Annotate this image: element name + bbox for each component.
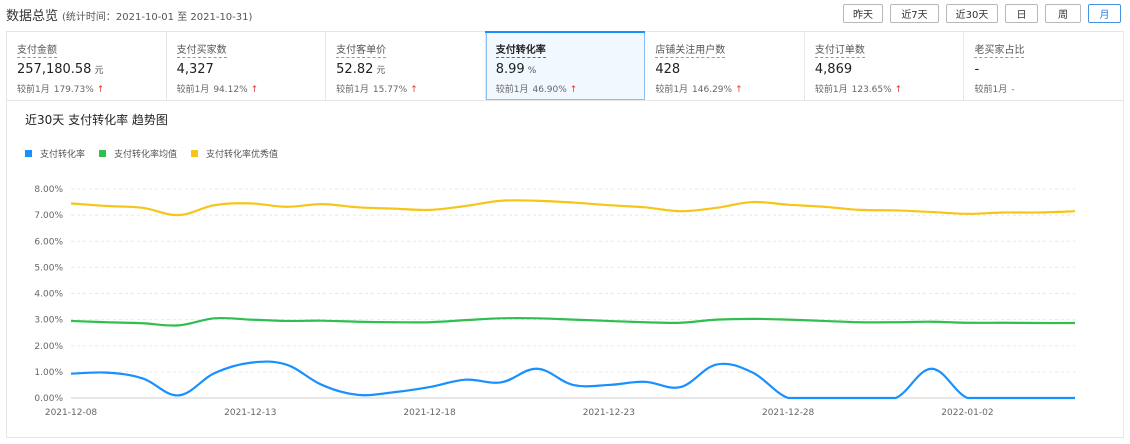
x-tick-label: 2021-12-28 xyxy=(762,408,815,418)
metric-value: 4,869 xyxy=(815,62,964,79)
metric-label: 支付金额 xyxy=(17,45,57,58)
y-tick-label: 3.00% xyxy=(34,316,63,326)
page-title: 数据总览 (统计时间：2021-10-01 至 2021-10-31) xyxy=(6,5,252,24)
period-button-30days[interactable]: 近30天 xyxy=(946,4,998,23)
metric-compare: 较前1月 - xyxy=(974,82,1123,95)
metric-value: 8.99% xyxy=(496,62,645,79)
metric-card-paying-buyers[interactable]: 支付买家数 4,327 较前1月 94.12% ↑ xyxy=(167,32,327,100)
metric-card-payment-amount[interactable]: 支付金额 257,180.58 元 较前1月 179.73% ↑ xyxy=(7,32,167,100)
y-tick-label: 8.00% xyxy=(34,185,63,195)
compare-label: 较前1月 xyxy=(814,85,848,95)
compare-rate: 146.29% xyxy=(692,85,733,95)
arrow-up-icon: ↑ xyxy=(894,85,903,95)
x-tick-label: 2022-01-02 xyxy=(941,408,993,418)
compare-label: 较前1月 xyxy=(176,85,210,95)
metric-label: 支付客单价 xyxy=(336,45,387,58)
arrow-up-icon: ↑ xyxy=(735,85,743,95)
metric-value: - xyxy=(974,62,1123,79)
compare-label: 较前1月 xyxy=(336,85,369,95)
metrics-row: 支付金额 257,180.58 元 较前1月 179.73% ↑ 支付买家数 4,32… xyxy=(6,31,1124,101)
metric-card-paid-orders[interactable]: 支付订单数 4,869 较前1月 123.65% ↑ xyxy=(805,32,965,100)
metric-compare: 较前1月 179.73% ↑ xyxy=(17,82,166,95)
compare-label: 较前1月 xyxy=(495,85,529,95)
metric-card-store-followers[interactable]: 店铺关注用户数 428 较前1月 146.29% ↑ xyxy=(645,32,805,100)
y-tick-label: 4.00% xyxy=(34,290,63,300)
arrow-up-icon: ↑ xyxy=(569,85,578,95)
metric-compare: 较前1月 46.90% ↑ xyxy=(496,82,645,95)
metric-value: 257,180.58 元 xyxy=(17,62,166,79)
metric-label: 支付转化率 xyxy=(495,45,546,58)
chart-panel: 近30天 支付转化率 趋势图 支付转化率 支付转化率均值 支付转化率优秀值 0.… xyxy=(6,101,1124,438)
metric-compare: 较前1月 15.77% ↑ xyxy=(336,82,485,95)
metric-card-returning-buyer-ratio[interactable]: 老买家占比 - 较前1月 - xyxy=(964,32,1123,100)
period-button-month[interactable]: 月 xyxy=(1088,4,1121,23)
y-tick-label: 0.00% xyxy=(34,394,63,404)
compare-rate: 179.73% xyxy=(53,85,94,95)
stat-range: (统计时间：2021-10-01 至 2021-10-31) xyxy=(62,12,253,23)
x-tick-label: 2021-12-08 xyxy=(45,408,98,418)
metric-value: 52.82 元 xyxy=(336,62,485,79)
compare-rate: 46.90% xyxy=(532,85,567,95)
compare-rate: 94.12% xyxy=(213,85,248,95)
period-button-yesterday[interactable]: 昨天 xyxy=(843,4,883,23)
metric-card-conversion-rate[interactable]: 支付转化率 8.99% 较前1月 46.90% ↑ xyxy=(484,31,646,100)
metric-number: 4,869 xyxy=(814,62,853,77)
metric-number: - xyxy=(974,62,980,77)
compare-rate: 15.77% xyxy=(372,85,408,95)
metric-number: 257,180.58 xyxy=(17,62,92,77)
compare-rate: 123.65% xyxy=(851,85,892,95)
metric-compare: 较前1月 94.12% ↑ xyxy=(177,82,326,95)
arrow-up-icon: ↑ xyxy=(410,85,418,95)
period-button-week[interactable]: 周 xyxy=(1045,4,1081,23)
metric-compare: 较前1月 123.65% ↑ xyxy=(815,82,964,95)
metric-label: 支付买家数 xyxy=(176,45,227,58)
y-tick-label: 2.00% xyxy=(34,342,63,352)
metric-unit: 元 xyxy=(94,66,104,76)
y-tick-label: 7.00% xyxy=(34,211,63,221)
metric-number: 52.82 xyxy=(336,62,374,77)
series-line-conversion-rate xyxy=(70,360,1075,400)
metric-unit: 元 xyxy=(376,66,386,76)
compare-label: 较前1月 xyxy=(17,85,50,95)
metric-value: 4,327 xyxy=(177,62,326,79)
metric-value: 428 xyxy=(655,62,804,79)
period-selector: 昨天 近7天 近30天 日 周 月 xyxy=(843,4,1121,23)
compare-label: 较前1月 xyxy=(655,85,689,95)
y-tick-label: 5.00% xyxy=(34,263,63,273)
arrow-up-icon: ↑ xyxy=(96,85,105,95)
metric-number: 4,327 xyxy=(176,62,214,77)
metric-label: 店铺关注用户数 xyxy=(655,45,726,58)
compare-rate: - xyxy=(1011,85,1015,95)
compare-label: 较前1月 xyxy=(974,85,1008,95)
metric-card-avg-order-value[interactable]: 支付客单价 52.82 元 较前1月 15.77% ↑ xyxy=(326,32,486,100)
metric-number: 428 xyxy=(655,62,681,77)
metric-compare: 较前1月 146.29% ↑ xyxy=(655,82,804,95)
x-tick-label: 2021-12-13 xyxy=(224,408,276,418)
x-tick-label: 2021-12-23 xyxy=(583,408,635,418)
metric-unit: % xyxy=(527,66,537,76)
series-line-conversion-excellent xyxy=(70,199,1076,217)
period-button-day[interactable]: 日 xyxy=(1005,4,1038,23)
metric-label: 支付订单数 xyxy=(814,45,865,58)
trend-chart: 0.00% 1.00% 2.00% 3.00% 4.00% 5.00% 6.00% 7.00%… xyxy=(34,185,1076,418)
metric-number: 8.99 xyxy=(495,62,525,77)
arrow-up-icon: ↑ xyxy=(250,85,259,95)
x-tick-label: 2021-12-18 xyxy=(403,408,456,418)
header: 数据总览 (统计时间：2021-10-01 至 2021-10-31) 昨天 近7… xyxy=(0,0,1130,30)
metric-label: 老买家占比 xyxy=(974,45,1025,58)
y-tick-label: 1.00% xyxy=(34,368,63,378)
page-title-text: 数据总览 xyxy=(6,9,59,24)
period-button-7days[interactable]: 近7天 xyxy=(890,4,939,23)
y-tick-label: 6.00% xyxy=(34,237,63,247)
